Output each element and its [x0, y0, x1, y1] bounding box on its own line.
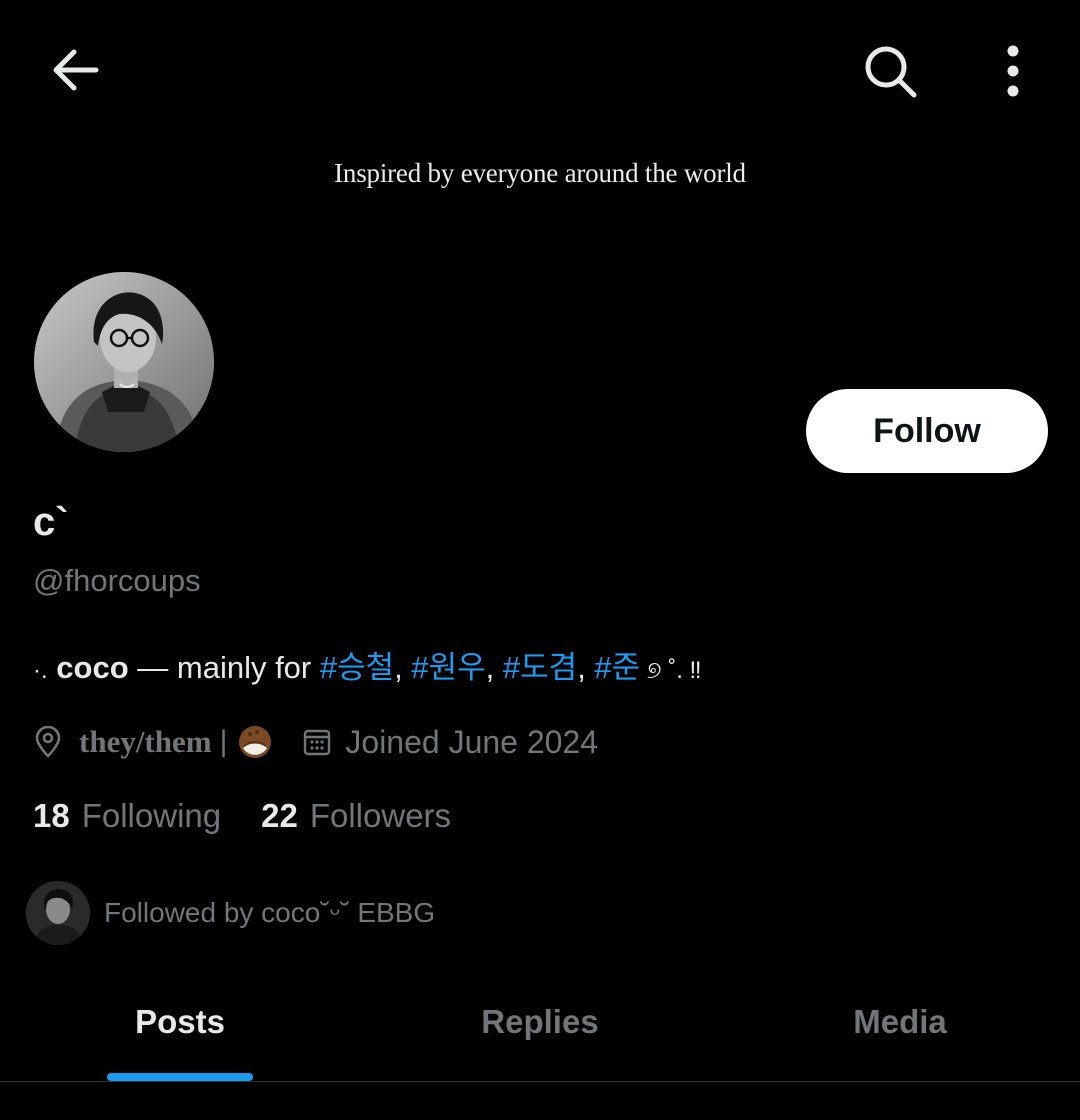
- tab-posts[interactable]: Posts: [0, 980, 360, 1081]
- profile-meta: they/them | Joined June 2024: [33, 720, 598, 764]
- hashtag-link[interactable]: #원우: [411, 650, 485, 685]
- more-vertical-icon: [1007, 45, 1018, 96]
- profile-bio: ·. coco — mainly for #승철, #원우, #도겸, #준 ୭…: [33, 642, 702, 687]
- bio-middle: — mainly for: [128, 650, 320, 685]
- display-name: c`: [33, 500, 69, 544]
- hashtag-link[interactable]: #준: [594, 650, 640, 685]
- arrow-left-icon: [53, 49, 99, 91]
- hashtag-link[interactable]: #승철: [320, 650, 394, 685]
- profile-tabs: Posts Replies Media: [0, 980, 1080, 1081]
- profile-avatar[interactable]: [32, 270, 216, 454]
- tabs-divider: [0, 1081, 1080, 1082]
- follow-button[interactable]: Follow: [806, 389, 1048, 473]
- hashtag-link[interactable]: #도겸: [503, 650, 577, 685]
- location-pin-icon: [33, 726, 63, 758]
- following-count[interactable]: 18: [33, 797, 70, 834]
- location-text: they/them: [79, 724, 212, 759]
- more-button[interactable]: [985, 38, 1040, 103]
- followers-count[interactable]: 22: [261, 797, 298, 834]
- profile-banner[interactable]: Inspired by everyone around the world: [0, 140, 1080, 270]
- bio-separator: ,: [577, 650, 595, 685]
- bio-name: coco: [56, 650, 129, 685]
- follower-avatar: [26, 881, 90, 945]
- followed-by-row[interactable]: Followed by coco˘ᵕ˘ EBBG: [26, 881, 435, 945]
- tab-media[interactable]: Media: [720, 980, 1080, 1081]
- coconut-emoji-icon: [237, 724, 273, 760]
- location-separator: |: [219, 725, 228, 758]
- banner-text: Inspired by everyone around the world: [334, 158, 746, 188]
- bio-separator: ,: [485, 650, 503, 685]
- followers-link[interactable]: Followers: [310, 797, 451, 834]
- active-tab-indicator: [107, 1073, 253, 1081]
- bio-prefix: ·.: [33, 657, 48, 684]
- search-button[interactable]: [855, 38, 925, 103]
- search-icon: [865, 46, 917, 97]
- tab-replies[interactable]: Replies: [360, 980, 720, 1081]
- follow-stats: 18 Following 22 Followers: [33, 797, 491, 835]
- followed-by-text: Followed by coco˘ᵕ˘ EBBG: [104, 897, 436, 928]
- calendar-icon: [303, 728, 331, 756]
- following-link[interactable]: Following: [82, 797, 221, 834]
- back-button[interactable]: [40, 40, 110, 100]
- joined-date: Joined June 2024: [345, 723, 599, 760]
- bio-suffix: ୭ ˚. ‼: [640, 657, 702, 684]
- top-bar: [0, 0, 1080, 140]
- avatar-image: [34, 272, 214, 452]
- user-handle: @fhorcoups: [33, 563, 201, 598]
- bio-separator: ,: [394, 650, 412, 685]
